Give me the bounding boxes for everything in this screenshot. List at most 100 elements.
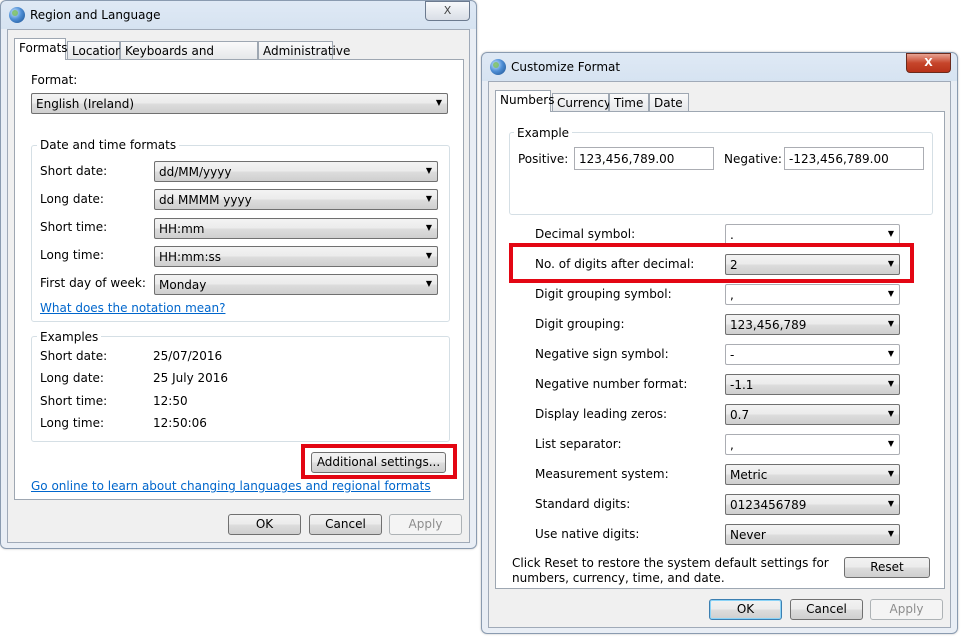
negative-label: Negative:: [724, 152, 782, 166]
format-label: Format:: [31, 73, 78, 87]
negative-example-field: -123,456,789.00: [784, 147, 924, 170]
chevron-down-icon: ▼: [887, 529, 894, 538]
decimal-symbol-value: .: [730, 228, 734, 242]
long-date-dropdown[interactable]: dd MMMM yyyy ▼: [154, 189, 438, 210]
native-digits-label: Use native digits:: [535, 527, 640, 541]
first-day-dropdown[interactable]: Monday ▼: [154, 274, 438, 295]
chevron-down-icon: ▼: [887, 229, 894, 238]
long-date-label: Long date:: [40, 192, 104, 206]
chevron-down-icon: ▼: [425, 194, 432, 203]
short-date-dropdown[interactable]: dd/MM/yyyy ▼: [154, 161, 438, 182]
chevron-down-icon: ▼: [887, 289, 894, 298]
chevron-down-icon: ▼: [435, 98, 442, 107]
reset-note-line2: numbers, currency, time, and date.: [512, 571, 725, 585]
short-time-dropdown[interactable]: HH:mm ▼: [154, 218, 438, 239]
leading-zeros-dropdown[interactable]: 0.7 ▼: [725, 404, 900, 425]
chevron-down-icon: ▼: [887, 439, 894, 448]
tab-keyboards-languages[interactable]: Keyboards and Languages: [120, 41, 258, 77]
leading-zeros-value: 0.7: [730, 408, 750, 422]
chevron-down-icon: ▼: [887, 379, 894, 388]
chevron-down-icon: ▼: [425, 223, 432, 232]
decimal-symbol-label: Decimal symbol:: [535, 227, 636, 241]
digit-grouping-value: 123,456,789: [730, 318, 807, 332]
standard-digits-label: Standard digits:: [535, 497, 631, 511]
digit-grouping-label: Digit grouping:: [535, 317, 625, 331]
negative-sign-symbol-combo[interactable]: - ▼: [725, 344, 900, 365]
native-digits-value: Never: [730, 528, 766, 542]
negative-example-value: -123,456,789.00: [789, 152, 889, 166]
digit-grouping-dropdown[interactable]: 123,456,789 ▼: [725, 314, 900, 335]
standard-digits-value: 0123456789: [730, 498, 807, 512]
positive-example-value: 123,456,789.00: [579, 152, 675, 166]
online-help-link[interactable]: Go online to learn about changing langua…: [31, 479, 431, 493]
digit-grouping-symbol-value: ,: [730, 288, 734, 302]
reset-button[interactable]: Reset: [844, 557, 930, 578]
long-time-label: Long time:: [40, 248, 105, 262]
tab-numbers[interactable]: Numbers: [495, 90, 554, 112]
ok-button[interactable]: OK: [709, 599, 782, 620]
long-time-dropdown[interactable]: HH:mm:ss ▼: [154, 246, 438, 267]
tab-time[interactable]: Time: [609, 93, 649, 112]
tab-administrative[interactable]: Administrative: [258, 41, 350, 60]
formats-panel: Format: English (Ireland) ▼ Date and tim…: [14, 59, 464, 500]
tab-currency[interactable]: Currency: [552, 93, 611, 112]
customize-client-area: Numbers Currency Time Date Example Posit…: [488, 81, 951, 628]
negative-number-format-label: Negative number format:: [535, 377, 688, 391]
measurement-system-value: Metric: [730, 468, 768, 482]
globe-icon: [490, 59, 506, 75]
decimal-symbol-combo[interactable]: . ▼: [725, 224, 900, 245]
positive-label: Positive:: [518, 152, 569, 166]
close-button[interactable]: X: [906, 53, 951, 73]
window-title: Customize Format: [511, 60, 621, 74]
list-separator-value: ,: [730, 438, 734, 452]
long-time-value: HH:mm:ss: [159, 250, 222, 264]
close-button[interactable]: X: [425, 1, 470, 21]
notation-help-link[interactable]: What does the notation mean?: [40, 301, 225, 315]
example-group: Example Positive: 123,456,789.00 Negativ…: [509, 126, 933, 215]
negative-number-format-value: -1.1: [730, 378, 754, 392]
cancel-button[interactable]: Cancel: [309, 514, 382, 535]
short-date-value: dd/MM/yyyy: [159, 165, 232, 179]
short-time-label: Short time:: [40, 220, 108, 234]
list-separator-combo[interactable]: , ▼: [725, 434, 900, 455]
examples-group-title: Examples: [37, 330, 102, 344]
native-digits-dropdown[interactable]: Never ▼: [725, 524, 900, 545]
customize-format-window: Customize Format X Numbers Currency Time…: [481, 52, 958, 634]
measurement-system-dropdown[interactable]: Metric ▼: [725, 464, 900, 485]
digit-grouping-symbol-label: Digit grouping symbol:: [535, 287, 672, 301]
tab-location[interactable]: Location: [67, 41, 123, 60]
examples-group: Examples Short date: 25/07/2016 Long dat…: [31, 330, 450, 442]
negative-number-format-dropdown[interactable]: -1.1 ▼: [725, 374, 900, 395]
reset-note-line1: Click Reset to restore the system defaul…: [512, 556, 829, 570]
datetime-group: Date and time formats Short date: dd/MM/…: [31, 138, 450, 322]
format-dropdown[interactable]: English (Ireland) ▼: [31, 93, 448, 114]
example-short-date-label: Short date:: [40, 349, 108, 363]
tab-formats[interactable]: Formats: [14, 38, 68, 60]
region-client-area: Formats Location Keyboards and Languages…: [7, 29, 470, 543]
cancel-button[interactable]: Cancel: [790, 599, 863, 620]
digit-grouping-symbol-combo[interactable]: , ▼: [725, 284, 900, 305]
example-long-date-label: Long date:: [40, 371, 104, 385]
short-time-value: HH:mm: [159, 222, 205, 236]
apply-button: Apply: [870, 599, 943, 620]
example-short-time-value: 12:50: [153, 394, 188, 408]
window-title: Region and Language: [30, 8, 161, 22]
positive-example-field: 123,456,789.00: [574, 147, 714, 170]
example-group-title: Example: [514, 126, 573, 140]
tab-date[interactable]: Date: [649, 93, 689, 112]
long-date-value: dd MMMM yyyy: [159, 193, 252, 207]
negative-sign-symbol-label: Negative sign symbol:: [535, 347, 669, 361]
leading-zeros-label: Display leading zeros:: [535, 407, 668, 421]
chevron-down-icon: ▼: [887, 319, 894, 328]
list-separator-label: List separator:: [535, 437, 622, 451]
format-value: English (Ireland): [36, 97, 135, 111]
first-day-label: First day of week:: [40, 276, 146, 290]
ok-button[interactable]: OK: [228, 514, 301, 535]
standard-digits-dropdown[interactable]: 0123456789 ▼: [725, 494, 900, 515]
chevron-down-icon: ▼: [425, 279, 432, 288]
chevron-down-icon: ▼: [425, 251, 432, 260]
region-language-window: Region and Language X Formats Location K…: [0, 0, 477, 549]
measurement-system-label: Measurement system:: [535, 467, 669, 481]
datetime-group-title: Date and time formats: [37, 138, 180, 152]
numbers-panel: Example Positive: 123,456,789.00 Negativ…: [495, 111, 945, 589]
